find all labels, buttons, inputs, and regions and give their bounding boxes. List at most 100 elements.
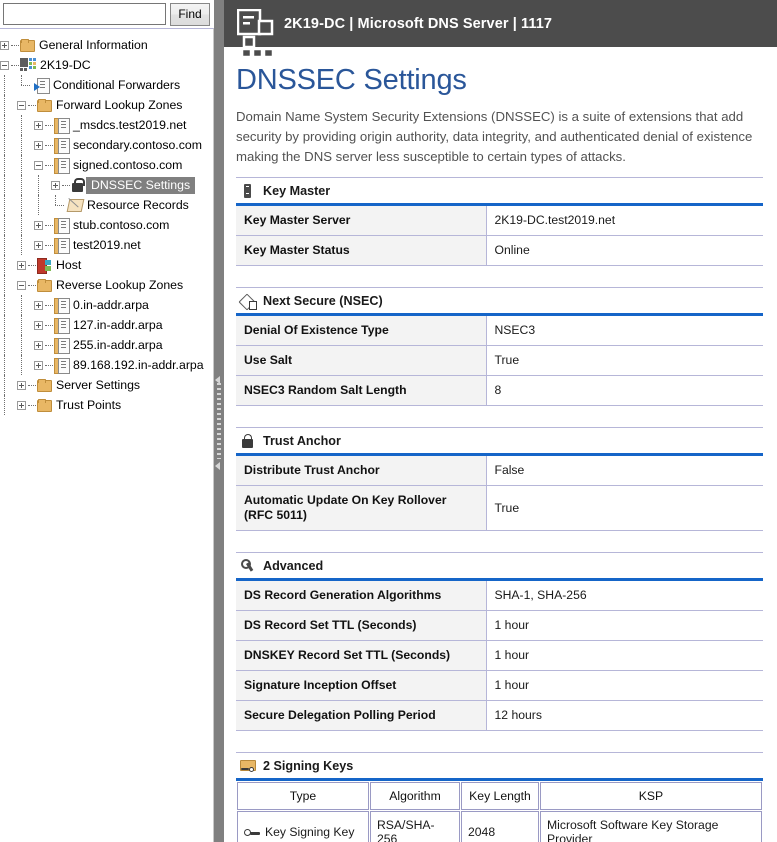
tree-item-label: Host bbox=[56, 258, 82, 272]
panel-splitter[interactable] bbox=[214, 0, 224, 842]
tree-connector bbox=[17, 75, 34, 95]
section-signing-keys: 2 Signing Keys Type Algorithm Key Length KS… bbox=[236, 752, 763, 842]
tree-item-host[interactable]: Host bbox=[0, 255, 213, 275]
tree-item-stub-contoso-com[interactable]: stub.contoso.com bbox=[0, 215, 213, 235]
section-title: Key Master bbox=[263, 183, 331, 198]
collapse-icon[interactable] bbox=[17, 100, 26, 110]
details-panel: 2K19-DC | Microsoft DNS Server | 1117 DN… bbox=[224, 0, 777, 842]
folder-icon bbox=[37, 378, 52, 392]
column-header[interactable]: Type bbox=[237, 782, 369, 810]
tree-item-trust-points[interactable]: Trust Points bbox=[0, 395, 213, 415]
tree-indent-guide bbox=[17, 135, 34, 155]
tree-item-label: Resource Records bbox=[87, 198, 189, 212]
tree-item-0-in-addr-arpa[interactable]: 0.in-addr.arpa bbox=[0, 295, 213, 315]
property-label: Signature Inception Offset bbox=[236, 670, 487, 701]
tree-item-test2019-net[interactable]: test2019.net bbox=[0, 235, 213, 255]
tree-indent-guide bbox=[0, 75, 17, 95]
tree-indent-guide bbox=[0, 355, 17, 375]
collapse-icon[interactable] bbox=[17, 280, 26, 290]
expand-icon[interactable] bbox=[34, 120, 43, 130]
window-title: 2K19-DC | Microsoft DNS Server | 1117 bbox=[284, 15, 553, 32]
tree-item-conditional-forwarders[interactable]: Conditional Forwarders bbox=[0, 75, 213, 95]
tree-item-label: 2K19-DC bbox=[40, 58, 91, 72]
table-row: DS Record Set TTL (Seconds) 1 hour bbox=[236, 610, 763, 641]
expand-icon[interactable] bbox=[17, 400, 26, 410]
tree-indent-guide bbox=[0, 155, 17, 175]
tree-item-label: test2019.net bbox=[73, 238, 141, 252]
expand-icon[interactable] bbox=[51, 180, 60, 190]
folder-icon bbox=[37, 278, 52, 292]
section-header-key-master: Key Master bbox=[236, 178, 763, 203]
property-value: False bbox=[486, 454, 763, 486]
expand-icon[interactable] bbox=[17, 260, 26, 270]
collapse-icon[interactable] bbox=[0, 60, 9, 70]
expand-icon[interactable] bbox=[34, 240, 43, 250]
property-label: Denial Of Existence Type bbox=[236, 314, 487, 346]
tree-item-general-information[interactable]: General Information bbox=[0, 35, 213, 55]
property-label: Distribute Trust Anchor bbox=[236, 454, 487, 486]
tree-item-signed-contoso-com[interactable]: signed.contoso.com bbox=[0, 155, 213, 175]
tree-connector bbox=[11, 64, 19, 66]
table-row[interactable]: Key Signing Key RSA/SHA-256 2048 Microsoft … bbox=[237, 811, 762, 842]
tree-item-label: 127.in-addr.arpa bbox=[73, 318, 163, 332]
expand-icon[interactable] bbox=[34, 340, 43, 350]
key-type-label: Key Signing Key bbox=[265, 825, 355, 839]
tree-connector bbox=[28, 384, 36, 386]
tree-item-forward-lookup-zones[interactable]: Forward Lookup Zones bbox=[0, 95, 213, 115]
details-content: DNSSEC Settings Domain Name System Secur… bbox=[224, 47, 777, 842]
tree-item-2k19-dc[interactable]: 2K19-DC bbox=[0, 55, 213, 75]
tree-indent-guide bbox=[0, 175, 17, 195]
expand-icon[interactable] bbox=[34, 220, 43, 230]
tree-indent-guide bbox=[34, 195, 51, 215]
tree-item-label: _msdcs.test2019.net bbox=[73, 118, 187, 132]
collapse-icon[interactable] bbox=[34, 160, 43, 170]
tree-indent-guide bbox=[17, 115, 34, 135]
tree-connector bbox=[28, 404, 36, 406]
tree-item-127-in-addr-arpa[interactable]: 127.in-addr.arpa bbox=[0, 315, 213, 335]
tree-item-89-168-192-in-addr-arpa[interactable]: 89.168.192.in-addr.arpa bbox=[0, 355, 213, 375]
expand-icon[interactable] bbox=[34, 140, 43, 150]
tree-item-msdcs-test2019-net[interactable]: _msdcs.test2019.net bbox=[0, 115, 213, 135]
tree-item-reverse-lookup-zones[interactable]: Reverse Lookup Zones bbox=[0, 275, 213, 295]
tree-item-server-settings[interactable]: Server Settings bbox=[0, 375, 213, 395]
folder-icon bbox=[37, 398, 52, 412]
tree-indent-guide bbox=[17, 355, 34, 375]
tree-item-label: 255.in-addr.arpa bbox=[73, 338, 163, 352]
navigation-tree: General Information 2K19-DC Conditional Fo… bbox=[0, 29, 213, 415]
expand-icon[interactable] bbox=[34, 320, 43, 330]
section-advanced: Advanced DS Record Generation Algorithms… bbox=[236, 552, 763, 743]
table-row: Signature Inception Offset 1 hour bbox=[236, 670, 763, 701]
tree-indent-guide bbox=[17, 235, 34, 255]
tree-item-resource-records[interactable]: Resource Records bbox=[0, 195, 213, 215]
section-title: Trust Anchor bbox=[263, 433, 341, 448]
section-title: Advanced bbox=[263, 558, 324, 573]
zone-icon bbox=[54, 338, 70, 354]
expand-icon[interactable] bbox=[34, 360, 43, 370]
property-value: 8 bbox=[486, 375, 763, 406]
find-button[interactable]: Find bbox=[170, 2, 210, 26]
tree-indent-guide bbox=[0, 295, 17, 315]
tree-indent-guide bbox=[0, 95, 17, 115]
key-master-icon bbox=[240, 183, 256, 199]
splitter-grip[interactable] bbox=[216, 383, 222, 459]
column-header[interactable]: KSP bbox=[540, 782, 762, 810]
tree-item-label: 89.168.192.in-addr.arpa bbox=[73, 358, 204, 372]
search-input[interactable] bbox=[3, 3, 166, 25]
section-nsec: Next Secure (NSEC) Denial Of Existence T… bbox=[236, 287, 763, 418]
expand-icon[interactable] bbox=[17, 380, 26, 390]
expand-icon[interactable] bbox=[34, 300, 43, 310]
tree-item-secondary-contoso-com[interactable]: secondary.contoso.com bbox=[0, 135, 213, 155]
zone-icon bbox=[54, 358, 70, 374]
column-header[interactable]: Algorithm bbox=[370, 782, 460, 810]
tree-item-dnssec-settings[interactable]: DNSSEC Settings bbox=[0, 175, 213, 195]
expand-icon[interactable] bbox=[0, 40, 9, 50]
conditional-forwarder-icon bbox=[34, 78, 50, 94]
column-header[interactable]: Key Length bbox=[461, 782, 539, 810]
splitter-collapse-arrow-bottom[interactable] bbox=[215, 462, 220, 470]
tree-item-255-in-addr-arpa[interactable]: 255.in-addr.arpa bbox=[0, 335, 213, 355]
table-row: Key Master Server 2K19-DC.test2019.net bbox=[236, 204, 763, 236]
tree-connector bbox=[45, 244, 53, 246]
tree-scroll-container[interactable]: General Information 2K19-DC Conditional Fo… bbox=[0, 28, 214, 842]
section-header-advanced: Advanced bbox=[236, 553, 763, 578]
